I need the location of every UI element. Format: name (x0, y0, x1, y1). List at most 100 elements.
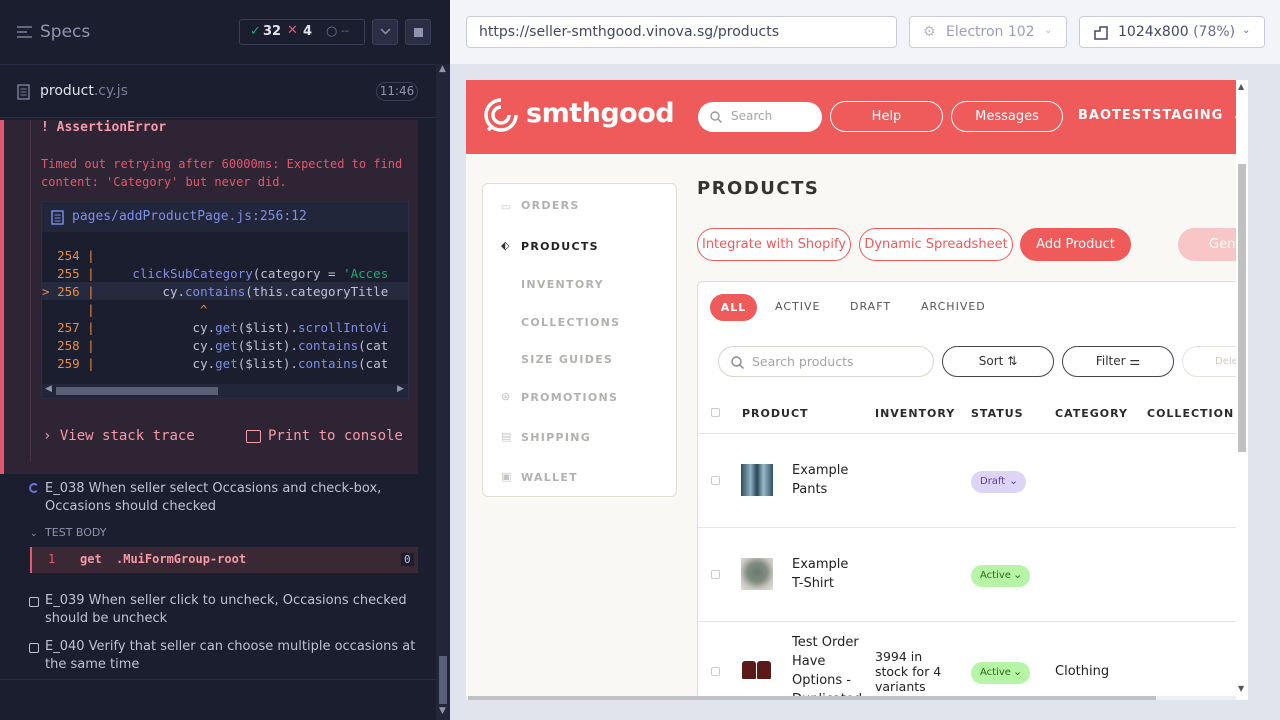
search-products-placeholder: Search products (752, 354, 854, 369)
specs-title[interactable]: Specs (40, 22, 90, 42)
viewport-icon (1094, 26, 1108, 40)
code-hscroll-thumb[interactable] (56, 387, 218, 395)
app-vscroll-thumb[interactable] (1238, 164, 1246, 452)
nav-inventory[interactable]: INVENTORY (521, 278, 604, 291)
app-hscroll-thumb[interactable] (468, 696, 1156, 700)
col-inventory[interactable]: INVENTORY (875, 407, 955, 420)
table-row[interactable]: Example Pants Draft ⌄ (698, 434, 1248, 527)
code-function: get (215, 320, 238, 335)
nav-wallet[interactable]: WALLET (521, 471, 578, 484)
test-title: Occasions should checked (45, 499, 217, 514)
check-icon: ✓ (250, 24, 261, 39)
product-thumbnail[interactable] (741, 655, 773, 687)
options-dropdown-button[interactable] (372, 19, 398, 45)
nav-orders[interactable]: ORDERS (521, 199, 580, 212)
scroll-left-icon[interactable]: ◀ (45, 384, 52, 394)
app-hscrollbar[interactable] (466, 696, 1236, 700)
viewport-zoom: (78%) (1193, 24, 1236, 40)
integrate-shopify-button[interactable]: Integrate with Shopify (697, 228, 851, 261)
col-category[interactable]: CATEGORY (1055, 407, 1128, 420)
scroll-up-icon[interactable]: ▲ (1238, 82, 1244, 91)
tab-all[interactable]: ALL (710, 294, 757, 321)
dynamic-spreadsheet-button[interactable]: Dynamic Spreadsheet (859, 228, 1013, 261)
line-number: 259 (57, 356, 80, 371)
search-products-input[interactable]: Search products (718, 346, 934, 377)
scroll-right-icon[interactable]: ▶ (397, 384, 404, 394)
add-product-button[interactable]: Add Product (1020, 228, 1131, 261)
category-cell: Clothing (1055, 664, 1110, 679)
print-console-label: Print to console (268, 428, 403, 444)
print-to-console-button[interactable]: Print to console (246, 428, 403, 444)
view-stack-label: View stack trace (59, 428, 195, 444)
product-name[interactable]: Example Pants (792, 461, 848, 499)
sort-label: Sort (978, 354, 1004, 368)
product-name[interactable]: Example T-Shirt (792, 555, 848, 593)
help-button[interactable]: Help (830, 101, 943, 132)
table-row[interactable]: Test OrderHaveOptions -Duplicated 3994 i… (698, 622, 1248, 700)
test-body-header[interactable]: ⌄ TEST BODY (30, 526, 107, 539)
url-bar[interactable]: https://seller-smthgood.vinova.sg/produc… (466, 16, 897, 48)
orders-icon: ▭ (501, 202, 511, 213)
side-nav: ▭ ORDERS ⬖ PRODUCTS INVENTORY COLLECTION… (482, 183, 677, 497)
status-badge[interactable]: Active ⌄ (971, 662, 1030, 684)
code-string: 'Acces (343, 266, 389, 281)
status-badge[interactable]: Draft ⌄ (971, 471, 1026, 493)
code-text: ($list). (237, 338, 298, 353)
app-vscrollbar[interactable]: ▲ ▼ (1236, 80, 1248, 700)
stop-button[interactable] (405, 19, 431, 45)
chevron-down-icon: ⌄ (1009, 474, 1019, 487)
inventory-line: stock for 4 (875, 664, 942, 679)
product-thumbnail[interactable] (741, 558, 773, 590)
code-text: (this.categoryTitle (245, 284, 389, 299)
table-row[interactable]: Example T-Shirt Active ⌄ (698, 528, 1248, 621)
col-status[interactable]: STATUS (971, 407, 1024, 420)
code-hscrollbar[interactable]: ◀ ▶ (42, 384, 408, 398)
nav-products[interactable]: PRODUCTS (521, 240, 599, 253)
nav-collections[interactable]: COLLECTIONS (521, 316, 620, 329)
test-item-e040[interactable]: E_040 Verify that seller can choose mult… (45, 638, 425, 674)
row-checkbox[interactable] (711, 476, 720, 485)
test-item-e038[interactable]: E_038 When seller select Occasions and c… (45, 480, 425, 516)
account-menu[interactable]: BAOTESTSTAGING ⌄ (1078, 108, 1242, 123)
tab-archived[interactable]: ARCHIVED (921, 300, 986, 313)
divider (0, 679, 436, 680)
tab-draft[interactable]: DRAFT (850, 300, 891, 313)
col-product[interactable]: PRODUCT (742, 407, 809, 420)
brand-name[interactable]: smthgood (526, 98, 675, 129)
spec-duration: 11:46 (376, 82, 418, 101)
menu-icon[interactable] (17, 25, 32, 39)
product-name[interactable]: Test OrderHaveOptions -Duplicated (792, 633, 862, 700)
nav-promotions[interactable]: PROMOTIONS (521, 391, 618, 404)
col-collection[interactable]: COLLECTION (1147, 407, 1234, 420)
view-stack-trace-button[interactable]: › View stack trace (43, 428, 195, 444)
scroll-down-icon[interactable]: ▼ (439, 706, 446, 716)
row-checkbox[interactable] (711, 667, 720, 676)
product-thumbnail[interactable] (741, 464, 773, 496)
nav-shipping[interactable]: SHIPPING (521, 431, 591, 444)
scroll-up-icon[interactable]: ▲ (439, 64, 446, 74)
spec-file-name[interactable]: product.cy.js (40, 83, 128, 99)
code-file-link[interactable]: pages/addProductPage.js:256:12 (72, 209, 307, 224)
messages-button[interactable]: Messages (951, 101, 1063, 132)
terminal-icon (246, 430, 261, 443)
nav-size-guides[interactable]: SIZE GUIDES (521, 353, 613, 366)
promotions-icon: ⊛ (501, 390, 511, 403)
runner-vscroll-thumb[interactable] (439, 656, 447, 704)
runner-vscrollbar[interactable]: ▲ ▼ (436, 64, 450, 720)
select-all-checkbox[interactable] (711, 408, 720, 417)
header-search-input[interactable]: Search (698, 102, 822, 132)
command-selector: .MuiFormGroup-root (116, 552, 247, 566)
row-checkbox[interactable] (711, 570, 720, 579)
app-header: smthgood Search Help Messages BAOTESTSTA… (466, 80, 1248, 154)
test-item-e039[interactable]: E_039 When seller click to uncheck, Occa… (45, 592, 425, 628)
command-index: 1 (48, 552, 56, 566)
command-row[interactable]: 1 get .MuiFormGroup-root 0 (30, 547, 418, 573)
status-badge[interactable]: Active ⌄ (971, 565, 1030, 587)
browser-selector[interactable]: ⚙ Electron 102 ⌄ (909, 16, 1067, 48)
chevron-down-icon: ⌄ (1013, 665, 1023, 678)
viewport-selector[interactable]: 1024x800 (78%) ⌄ (1079, 16, 1265, 48)
sort-button[interactable]: Sort ⇅ (942, 346, 1054, 377)
filter-button[interactable]: Filter ⚌ (1062, 346, 1174, 377)
tab-active[interactable]: ACTIVE (775, 300, 820, 313)
scroll-down-icon[interactable]: ▼ (1238, 684, 1244, 693)
